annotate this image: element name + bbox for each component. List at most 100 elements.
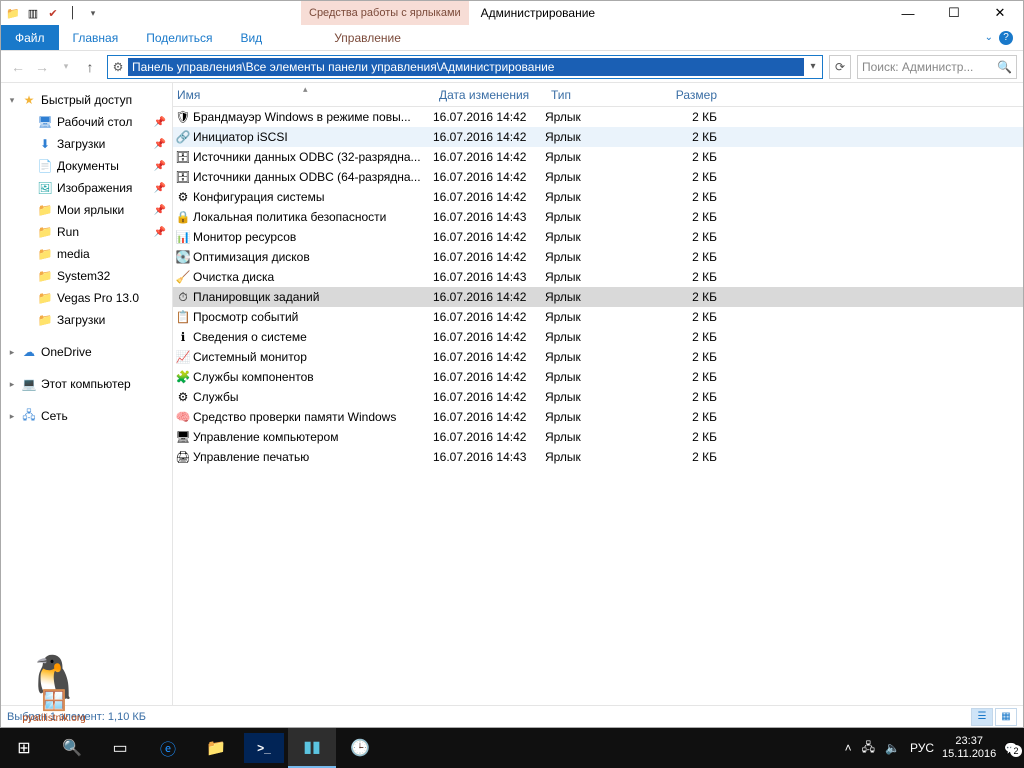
- nav-label: Этот компьютер: [41, 377, 131, 391]
- view-large-icons-button[interactable]: ▦: [995, 708, 1017, 726]
- nav-quick-item[interactable]: ⬇Загрузки📌: [1, 133, 172, 155]
- tray-language[interactable]: РУС: [910, 741, 934, 755]
- file-row[interactable]: 🖥Управление компьютером16.07.2016 14:42Я…: [173, 427, 1023, 447]
- edge-taskbar-icon[interactable]: ⓔ: [144, 728, 192, 768]
- column-headers: Имя ▴ Дата изменения Тип Размер: [173, 83, 1023, 107]
- taskbar: ⊞ 🔍 ▭ ⓔ 📁 >_ ▮▮ 🕒 ˄ 🖧 🔈 РУС 23:37 15.11.…: [0, 728, 1024, 768]
- tray-network-icon[interactable]: 🖧: [862, 738, 875, 759]
- maximize-button[interactable]: ☐: [931, 1, 977, 25]
- file-row[interactable]: ℹСведения о системе16.07.2016 14:42Ярлык…: [173, 327, 1023, 347]
- file-size: 2 КБ: [637, 310, 729, 324]
- column-date[interactable]: Дата изменения: [433, 88, 545, 102]
- file-icon: 🧩: [173, 370, 193, 384]
- column-size[interactable]: Размер: [637, 88, 729, 102]
- file-type: Ярлык: [545, 430, 637, 444]
- content-area: Имя ▴ Дата изменения Тип Размер 🛡Брандма…: [173, 83, 1023, 705]
- pin-icon: 📌: [154, 183, 166, 194]
- file-name: Монитор ресурсов: [193, 230, 433, 244]
- search-box[interactable]: Поиск: Администр... 🔍: [857, 55, 1017, 79]
- start-button[interactable]: ⊞: [0, 728, 48, 768]
- forward-button[interactable]: →: [31, 56, 53, 78]
- explorer-taskbar-icon[interactable]: 📁: [192, 728, 240, 768]
- nav-quick-access[interactable]: ▾ ★ Быстрый доступ: [1, 89, 172, 111]
- file-row[interactable]: 💽Оптимизация дисков16.07.2016 14:42Ярлык…: [173, 247, 1023, 267]
- nav-quick-item[interactable]: 🖥Рабочий стол📌: [1, 111, 172, 133]
- file-icon: ⚙: [173, 390, 193, 404]
- chevron-down-icon[interactable]: ▾: [7, 95, 17, 106]
- active-app-taskbar-icon[interactable]: ▮▮: [288, 728, 336, 768]
- ribbon-tab-share[interactable]: Поделиться: [132, 25, 226, 50]
- action-center-icon[interactable]: 💬2: [1004, 742, 1018, 755]
- file-row[interactable]: 🗄Источники данных ODBC (64-разрядна...16…: [173, 167, 1023, 187]
- nav-network[interactable]: ▸ 🖧 Сеть: [1, 405, 172, 427]
- file-name: Оптимизация дисков: [193, 250, 433, 264]
- ribbon-tab-view[interactable]: Вид: [226, 25, 276, 50]
- file-row[interactable]: 📈Системный монитор16.07.2016 14:42Ярлык2…: [173, 347, 1023, 367]
- refresh-button[interactable]: ⟳: [829, 55, 851, 79]
- ribbon-tab-manage[interactable]: Управление: [320, 25, 415, 50]
- address-bar-dropdown-icon[interactable]: ▾: [804, 61, 822, 72]
- file-icon: 🗄: [173, 170, 193, 184]
- file-row[interactable]: 🧠Средство проверки памяти Windows16.07.2…: [173, 407, 1023, 427]
- file-row[interactable]: 🧹Очистка диска16.07.2016 14:43Ярлык2 КБ: [173, 267, 1023, 287]
- file-type: Ярлык: [545, 310, 637, 324]
- file-row[interactable]: 📋Просмотр событий16.07.2016 14:42Ярлык2 …: [173, 307, 1023, 327]
- ribbon-tab-home[interactable]: Главная: [59, 25, 133, 50]
- file-row[interactable]: 🖨Управление печатью16.07.2016 14:43Ярлык…: [173, 447, 1023, 467]
- ribbon-file-tab[interactable]: Файл: [1, 25, 59, 50]
- file-row[interactable]: 🔒Локальная политика безопасности16.07.20…: [173, 207, 1023, 227]
- file-date: 16.07.2016 14:43: [433, 450, 545, 464]
- tray-volume-icon[interactable]: 🔈: [885, 741, 900, 755]
- nav-quick-item[interactable]: 📁media: [1, 243, 172, 265]
- search-taskbar-button[interactable]: 🔍: [48, 728, 96, 768]
- nav-quick-item[interactable]: 📁Run📌: [1, 221, 172, 243]
- nav-quick-item[interactable]: 📁Vegas Pro 13.0: [1, 287, 172, 309]
- tray-chevron-up-icon[interactable]: ˄: [845, 741, 852, 755]
- ribbon-help-icon[interactable]: ?: [999, 31, 1013, 45]
- nav-item-label: System32: [57, 269, 110, 283]
- nav-this-pc[interactable]: ▸ 💻 Этот компьютер: [1, 373, 172, 395]
- back-button[interactable]: ←: [7, 56, 29, 78]
- file-size: 2 КБ: [637, 430, 729, 444]
- clock-taskbar-icon[interactable]: 🕒: [336, 728, 384, 768]
- nav-quick-item[interactable]: 🖼Изображения📌: [1, 177, 172, 199]
- nav-quick-item[interactable]: 📁System32: [1, 265, 172, 287]
- column-name[interactable]: Имя ▴: [173, 88, 433, 102]
- ribbon-expand-icon[interactable]: ⌄: [985, 32, 993, 43]
- task-view-button[interactable]: ▭: [96, 728, 144, 768]
- file-row[interactable]: ⏱Планировщик заданий16.07.2016 14:42Ярлы…: [173, 287, 1023, 307]
- address-bar-path[interactable]: Панель управления\Все элементы панели уп…: [128, 58, 804, 76]
- file-size: 2 КБ: [637, 390, 729, 404]
- history-dropdown-icon[interactable]: ▾: [55, 56, 77, 78]
- chevron-right-icon[interactable]: ▸: [7, 411, 17, 422]
- file-row[interactable]: 🗄Источники данных ODBC (32-разрядна...16…: [173, 147, 1023, 167]
- nav-quick-item[interactable]: 📄Документы📌: [1, 155, 172, 177]
- file-row[interactable]: 🧩Службы компонентов16.07.2016 14:42Ярлык…: [173, 367, 1023, 387]
- close-button[interactable]: ✕: [977, 1, 1023, 25]
- file-row[interactable]: ⚙Конфигурация системы16.07.2016 14:42Ярл…: [173, 187, 1023, 207]
- address-bar[interactable]: ⚙ Панель управления\Все элементы панели …: [107, 55, 823, 79]
- qat-properties-icon[interactable]: ▥: [25, 5, 41, 21]
- view-details-button[interactable]: ☰: [971, 708, 993, 726]
- file-name: Сведения о системе: [193, 330, 433, 344]
- file-row[interactable]: ⚙Службы16.07.2016 14:42Ярлык2 КБ: [173, 387, 1023, 407]
- explorer-window: 📁 ▥ ✔ │ ▾ Средства работы с ярлыками Адм…: [0, 0, 1024, 728]
- chevron-right-icon[interactable]: ▸: [7, 347, 17, 358]
- column-type[interactable]: Тип: [545, 88, 637, 102]
- nav-quick-item[interactable]: 📁Мои ярлыки📌: [1, 199, 172, 221]
- nav-onedrive[interactable]: ▸ ☁ OneDrive: [1, 341, 172, 363]
- tray-clock[interactable]: 23:37 15.11.2016: [942, 735, 996, 761]
- file-date: 16.07.2016 14:42: [433, 390, 545, 404]
- file-row[interactable]: 🔗Инициатор iSCSI16.07.2016 14:42Ярлык2 К…: [173, 127, 1023, 147]
- file-size: 2 КБ: [637, 250, 729, 264]
- file-row[interactable]: 🛡Брандмауэр Windows в режиме повы...16.0…: [173, 107, 1023, 127]
- file-name: Службы: [193, 390, 433, 404]
- qat-check-icon[interactable]: ✔: [45, 5, 61, 21]
- up-button[interactable]: ↑: [79, 56, 101, 78]
- powershell-taskbar-icon[interactable]: >_: [244, 733, 284, 763]
- chevron-right-icon[interactable]: ▸: [7, 379, 17, 390]
- file-row[interactable]: 📊Монитор ресурсов16.07.2016 14:42Ярлык2 …: [173, 227, 1023, 247]
- minimize-button[interactable]: —: [885, 1, 931, 25]
- qat-dropdown-icon[interactable]: ▾: [85, 5, 101, 21]
- nav-quick-item[interactable]: 📁Загрузки: [1, 309, 172, 331]
